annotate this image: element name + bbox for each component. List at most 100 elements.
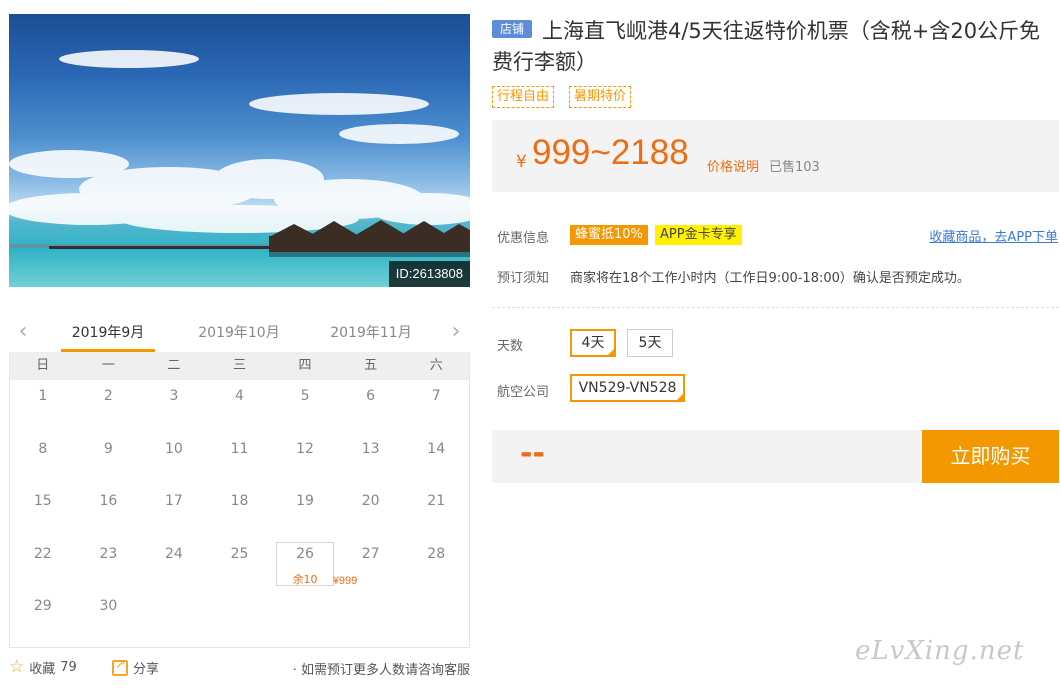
calendar-day: 4	[207, 380, 273, 433]
day-number: 10	[165, 440, 183, 457]
consult-note[interactable]: · 如需预订更多人数请咨询客服	[293, 659, 470, 678]
day-number: 21	[427, 493, 446, 509]
tag-badge: 行程自由	[492, 86, 555, 108]
calendar-day: 12	[272, 433, 338, 486]
buy-now-button[interactable]: 立即购买	[922, 430, 1059, 483]
calendar-day: 27	[338, 538, 404, 591]
days-label: 天数	[497, 339, 524, 354]
option-airline[interactable]: VN529-VN528	[570, 374, 685, 402]
weekday-label: 五	[364, 358, 378, 373]
day-number: 5	[300, 388, 310, 404]
month-tab[interactable]: 2019年11月	[324, 322, 418, 352]
option-days-5[interactable]: 5天	[627, 329, 673, 357]
purchase-bar: -- 立即购买	[492, 430, 1059, 483]
day-number: 7	[431, 388, 441, 404]
share-label: 分享	[133, 662, 160, 677]
day-number: 1	[38, 388, 48, 404]
day-number: 12	[296, 440, 314, 457]
calendar-day[interactable]: 26 ¥999 余10	[272, 538, 357, 591]
month-tab[interactable]: 2019年9月	[61, 322, 155, 352]
day-number: 17	[165, 493, 183, 509]
price-note-link[interactable]: 价格说明	[707, 156, 759, 175]
action-bar: ☆ 收藏 79 分享 · 如需预订更多人数请咨询客服	[9, 657, 470, 679]
calendar-month-nav: ‹ 2019年9月 2019年10月 2019年11月 ›	[9, 316, 470, 352]
day-number: 6	[366, 388, 376, 404]
calendar-day: 6	[338, 380, 404, 433]
weekday-label: 四	[298, 358, 312, 373]
sold-count: 已售103	[769, 160, 820, 175]
weekday-label: 六	[429, 358, 443, 373]
calendar-day: 5	[272, 380, 338, 433]
weekday-label: 三	[232, 358, 246, 373]
calendar-day: 17	[141, 485, 207, 538]
calendar-day: 9	[76, 433, 142, 486]
day-number: 8	[38, 440, 48, 457]
price-panel: ¥ 999~2188 价格说明 已售103	[492, 120, 1059, 192]
calendar-day: 8	[10, 433, 76, 486]
calendar-day: 1	[10, 380, 76, 433]
day-number: 26	[296, 545, 314, 562]
day-number: 27	[361, 545, 380, 562]
selected-price: --	[520, 436, 545, 471]
share-icon	[112, 657, 128, 676]
promo-badge: APP金卡专享	[655, 225, 742, 245]
calendar-day: 28	[403, 538, 469, 591]
calendar-day: 3	[141, 380, 207, 433]
shop-badge: 店铺	[492, 20, 532, 38]
favorite-count: 79	[60, 660, 77, 675]
day-number: 16	[99, 493, 118, 509]
divider	[492, 307, 1059, 308]
day-number: 13	[361, 440, 380, 457]
calendar-day-grid: 1 2 3 4 5 6 7 8 9 10 11 12 13 14 15 16 17 18 19 20 21 22 23 24 2…	[10, 380, 469, 643]
calendar-day: 10	[141, 433, 207, 486]
favorite-button[interactable]: ☆ 收藏 79	[9, 657, 77, 678]
promo-label: 优惠信息	[497, 231, 550, 246]
day-number: 15	[33, 493, 52, 509]
airline-label: 航空公司	[497, 385, 550, 400]
weekday-label: 日	[36, 358, 50, 373]
calendar-day: 22	[10, 538, 76, 591]
calendar-day: 30	[76, 590, 142, 643]
chevron-right-icon[interactable]: ›	[446, 320, 466, 344]
calendar-day: 16	[76, 485, 142, 538]
day-number: 9	[103, 440, 113, 457]
day-number: 23	[99, 545, 118, 562]
calendar-day: 23	[76, 538, 142, 591]
beach-scene-illustration	[9, 50, 470, 257]
watermark-logo: eLvXing.net	[855, 636, 1025, 666]
day-number: 28	[427, 545, 446, 562]
calendar-day: 18	[207, 485, 273, 538]
day-number: 4	[235, 388, 244, 404]
calendar-day: 11	[207, 433, 273, 486]
day-number: 11	[230, 440, 249, 457]
day-number: 2	[103, 388, 113, 404]
day-number: 24	[165, 545, 183, 562]
day-number: 20	[361, 493, 380, 509]
share-button[interactable]: 分享	[112, 657, 160, 677]
chevron-left-icon[interactable]: ‹	[13, 320, 33, 344]
calendar: 日 一 二 三 四 五 六 1 2 3 4 5 6 7 8 9 10 11 12 13 14 15 16 17 1…	[9, 352, 470, 648]
day-number: 18	[230, 493, 249, 509]
currency-symbol: ¥	[516, 152, 527, 172]
calendar-weekday-header: 日 一 二 三 四 五 六	[10, 352, 469, 380]
star-icon: ☆	[9, 657, 25, 677]
calendar-day: 19	[272, 485, 338, 538]
day-number: 14	[427, 440, 446, 457]
calendar-day: 29	[10, 590, 76, 643]
day-number: 29	[33, 598, 52, 614]
app-order-link[interactable]: 收藏商品，去APP下单	[929, 226, 1058, 245]
weekday-label: 一	[101, 358, 115, 373]
option-days-4[interactable]: 4天	[570, 329, 616, 357]
day-number: 25	[230, 545, 249, 562]
promo-badge: 蜂蜜抵10%	[570, 225, 648, 245]
notice-label: 预订须知	[497, 271, 550, 286]
day-number: 30	[99, 598, 118, 614]
tag-badge: 暑期特价	[569, 86, 632, 108]
photo-id-label: ID:2613808	[388, 261, 470, 287]
price-range: 999~2188	[532, 133, 689, 172]
day-number: 3	[169, 388, 179, 404]
calendar-day: 14	[403, 433, 469, 486]
calendar-day: 2	[76, 380, 142, 433]
day-remaining: 余10	[292, 572, 318, 586]
month-tab[interactable]: 2019年10月	[192, 322, 286, 352]
